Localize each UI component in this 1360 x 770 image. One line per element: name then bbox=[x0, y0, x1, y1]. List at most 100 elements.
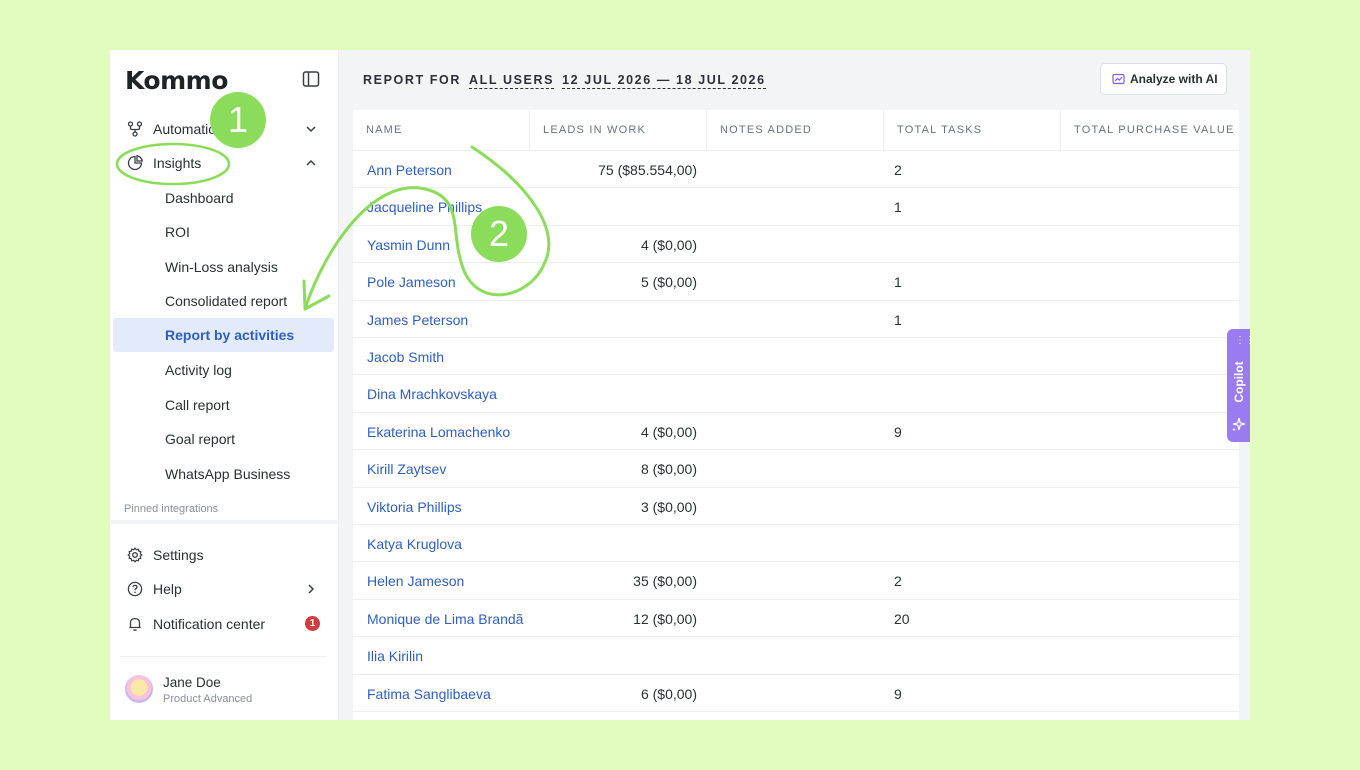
user-name-link[interactable]: Ilia Kirilin bbox=[367, 648, 423, 664]
leads-in-work-cell: 8 ($0,00) bbox=[640, 461, 697, 478]
sidebar-item-label: Notification center bbox=[153, 616, 266, 632]
total-tasks-cell: 2 bbox=[894, 573, 902, 590]
table-row: Kirill Zaytsev 8 ($0,00) bbox=[353, 450, 1239, 488]
user-name[interactable]: Jane Doe bbox=[163, 675, 221, 690]
sidebar-subitem-whatsapp-business[interactable]: WhatsApp Business bbox=[113, 457, 334, 491]
sidebar-subitem-roi[interactable]: ROI bbox=[113, 215, 334, 249]
bell-icon bbox=[129, 617, 141, 631]
analyze-label: Analyze with AI bbox=[1130, 72, 1218, 86]
subitem-label: Consolidated report bbox=[165, 293, 288, 309]
drag-handle-icon[interactable]: ⋮⋮ bbox=[1235, 336, 1255, 346]
step-marker-1: 1 bbox=[210, 92, 266, 148]
user-name-link[interactable]: Katya Kruglova bbox=[367, 536, 462, 552]
leads-in-work-cell: 3 ($0,00) bbox=[640, 498, 697, 515]
user-name-link[interactable]: Viktoria Phillips bbox=[367, 499, 462, 515]
leads-in-work-cell: 35 ($0,00) bbox=[633, 573, 697, 590]
kommo-logo[interactable]: Kommo bbox=[125, 66, 228, 95]
sidebar-item-label: Help bbox=[153, 581, 182, 597]
user-name-link[interactable]: Ann Peterson bbox=[367, 162, 452, 178]
table-row: Ekaterina Lomachenko 4 ($0,00) 9 bbox=[353, 413, 1239, 451]
table-row: Ilia Kirilin bbox=[353, 637, 1239, 675]
analyze-with-ai-button[interactable]: Analyze with AI bbox=[1100, 63, 1227, 95]
step-marker-2: 2 bbox=[471, 206, 527, 262]
sidebar-item-help[interactable]: Help bbox=[110, 572, 338, 606]
sidebar-subitem-activity-log[interactable]: Activity log bbox=[113, 353, 334, 387]
sidebar-subitem-goal-report[interactable]: Goal report bbox=[113, 422, 334, 456]
total-tasks-cell: 2 bbox=[894, 162, 902, 178]
sidebar: Kommo Automation Insights Dashboard ROI … bbox=[110, 50, 339, 720]
sidebar-subitem-consolidated-report[interactable]: Consolidated report bbox=[113, 284, 334, 318]
user-plan: Product Advanced bbox=[163, 693, 253, 705]
notification-badge: 1 bbox=[305, 616, 320, 631]
total-tasks-cell: 1 bbox=[894, 199, 902, 216]
copilot-label: Copilot bbox=[1232, 361, 1246, 403]
table-row: Pole Jameson 5 ($0,00) 1 bbox=[353, 263, 1239, 301]
total-tasks-cell: 9 bbox=[894, 423, 902, 440]
user-name-link[interactable]: Jacob Smith bbox=[367, 349, 444, 365]
user-name-link[interactable]: Helen Jameson bbox=[367, 573, 464, 589]
ai-report-icon bbox=[1112, 73, 1125, 85]
sidebar-item-settings[interactable]: Settings bbox=[110, 538, 338, 572]
page-title: REPORT FOR ALL USERS 12 JUL 2026 — 18 JU… bbox=[363, 73, 766, 89]
sidebar-subitem-call-report[interactable]: Call report bbox=[113, 388, 334, 422]
column-header-name[interactable]: NAME bbox=[353, 110, 530, 151]
column-header-leads[interactable]: LEADS IN WORK bbox=[530, 110, 707, 151]
subitem-label: Activity log bbox=[165, 362, 232, 378]
subitem-label: Goal report bbox=[165, 431, 236, 447]
sidebar-subitem-report-by-activities[interactable]: Report by activities bbox=[113, 318, 334, 352]
sidebar-toggle-icon[interactable] bbox=[302, 70, 320, 88]
leads-in-work-cell: 12 ($0,00) bbox=[633, 610, 697, 627]
pie-chart-icon bbox=[127, 155, 143, 171]
total-tasks-cell: 1 bbox=[894, 274, 902, 291]
total-tasks-cell: 1 bbox=[894, 311, 902, 328]
copilot-tab[interactable]: ⋮⋮ Copilot bbox=[1227, 329, 1255, 442]
sidebar-subitem-dashboard[interactable]: Dashboard bbox=[113, 181, 334, 215]
table-row: Helen Jameson 35 ($0,00) 2 bbox=[353, 562, 1239, 600]
user-name-link[interactable]: Pole Jameson bbox=[367, 274, 456, 290]
activities-table: NAME LEADS IN WORK NOTES ADDED TOTAL TAS… bbox=[353, 110, 1239, 720]
total-tasks-cell: 9 bbox=[894, 685, 902, 702]
table-row: Jacob Smith bbox=[353, 338, 1239, 376]
divider bbox=[120, 656, 326, 657]
user-name-link[interactable]: Yasmin Dunn bbox=[367, 237, 450, 253]
automation-icon bbox=[127, 121, 143, 137]
report-prefix: REPORT FOR bbox=[363, 73, 461, 87]
user-name-link[interactable]: Ekaterina Lomachenko bbox=[367, 424, 510, 440]
column-header-notes[interactable]: NOTES ADDED bbox=[707, 110, 884, 151]
avatar[interactable] bbox=[125, 675, 153, 703]
column-header-tasks[interactable]: TOTAL TASKS bbox=[884, 110, 1061, 151]
subitem-label: Dashboard bbox=[165, 190, 234, 206]
table-row: James Peterson 1 bbox=[353, 301, 1239, 338]
date-range-filter[interactable]: 12 JUL 2026 — 18 JUL 2026 bbox=[562, 73, 766, 89]
subitem-label: WhatsApp Business bbox=[165, 466, 291, 482]
leads-in-work-cell: 4 ($0,00) bbox=[640, 423, 697, 440]
sidebar-subitem-win-loss[interactable]: Win-Loss analysis bbox=[113, 250, 334, 284]
subitem-label: Call report bbox=[165, 397, 230, 413]
leads-in-work-cell: 75 ($85.554,00) bbox=[598, 162, 697, 178]
app-window: Kommo Automation Insights Dashboard ROI … bbox=[110, 50, 1250, 720]
users-filter[interactable]: ALL USERS bbox=[469, 73, 555, 89]
sidebar-item-label: Settings bbox=[153, 547, 204, 563]
divider bbox=[110, 520, 338, 524]
table-row: Monique de Lima Brandã 12 ($0,00) 20 bbox=[353, 600, 1239, 638]
pinned-integrations-label: Pinned integrations bbox=[124, 503, 219, 515]
sidebar-item-notification-center[interactable]: Notification center 1 bbox=[110, 607, 338, 641]
user-name-link[interactable]: Dina Mrachkovskaya bbox=[367, 386, 497, 402]
subitem-label: Win-Loss analysis bbox=[165, 259, 278, 275]
user-name-link[interactable]: Kirill Zaytsev bbox=[367, 461, 446, 477]
sidebar-item-insights[interactable]: Insights bbox=[110, 146, 338, 180]
column-header-purchase-value[interactable]: TOTAL PURCHASE VALUE bbox=[1061, 110, 1239, 151]
chevron-down-icon bbox=[306, 126, 316, 133]
user-name-link[interactable]: Fatima Sanglibaeva bbox=[367, 686, 491, 702]
user-name-link[interactable]: James Peterson bbox=[367, 312, 468, 328]
chevron-up-icon bbox=[306, 159, 316, 166]
total-tasks-cell: 20 bbox=[894, 610, 910, 627]
user-name-link[interactable]: Monique de Lima Brandã bbox=[367, 611, 523, 627]
user-name-link[interactable]: Jacqueline Phillips bbox=[367, 199, 482, 215]
table-row: Katya Kruglova bbox=[353, 525, 1239, 563]
leads-in-work-cell: 6 ($0,00) bbox=[640, 685, 697, 702]
subitem-label: ROI bbox=[165, 224, 190, 240]
leads-in-work-cell: 4 ($0,00) bbox=[640, 236, 697, 253]
gear-icon bbox=[127, 547, 143, 563]
subitem-label: Report by activities bbox=[165, 327, 295, 343]
